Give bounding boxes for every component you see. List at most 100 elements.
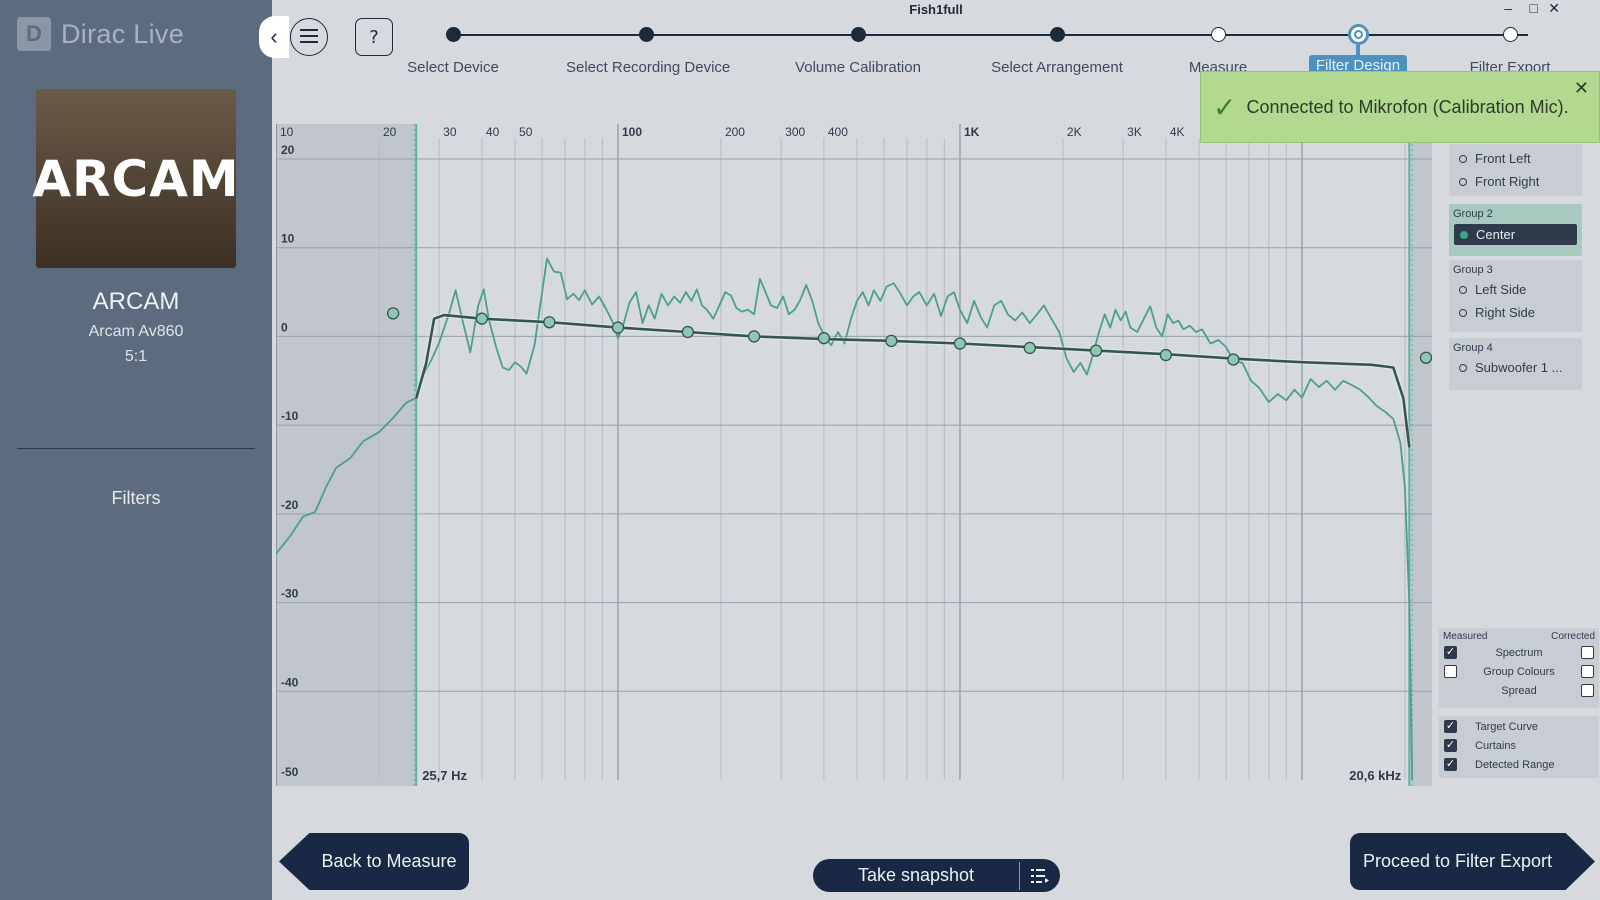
snapshot-list-icon[interactable] xyxy=(1020,868,1060,883)
toast-message: Connected to Mikrofon (Calibration Mic). xyxy=(1246,96,1569,117)
speaker-label: Right Side xyxy=(1475,305,1535,320)
brand-name: Dirac Live xyxy=(61,18,185,49)
speaker-group-2: Group 2 Center xyxy=(1449,204,1582,256)
x-tick-label: 30 xyxy=(443,125,457,139)
x-tick-label: 4K xyxy=(1170,125,1185,139)
product-logo-text: ARCAM xyxy=(32,149,240,208)
menu-button[interactable] xyxy=(290,18,328,56)
group-title: Group 3 xyxy=(1453,264,1493,276)
step-select-recording-device[interactable]: Select Recording Device xyxy=(566,25,731,76)
corrected-header: Corrected xyxy=(1551,631,1595,642)
back-to-measure-button[interactable]: Back to Measure xyxy=(279,833,469,890)
sidebar: D Dirac Live ARCAM ARCAM Arcam Av860 5:1… xyxy=(0,0,272,900)
legend-head: Measured Corrected xyxy=(1439,628,1599,643)
option-label: Detected Range xyxy=(1475,758,1555,771)
chevron-left-icon: ‹ xyxy=(270,24,278,49)
step-filter-export[interactable]: Filter Export xyxy=(1430,25,1590,76)
radio-icon xyxy=(1459,154,1467,163)
proceed-to-filter-export-button[interactable]: Proceed to Filter Export xyxy=(1350,833,1595,890)
legend-label: Spectrum xyxy=(1495,646,1543,659)
speaker-group-1: Front Left Front Right xyxy=(1449,144,1582,196)
speaker-front-right[interactable]: Front Right xyxy=(1449,170,1582,193)
x-tick-label: 50 xyxy=(519,125,533,139)
target-curve-handle[interactable] xyxy=(1089,344,1103,357)
x-tick-label: 40 xyxy=(486,125,500,139)
legend-row-group-colours: Group Colours xyxy=(1439,662,1599,681)
step-active-icon xyxy=(1347,24,1369,45)
y-tick-label: 20 xyxy=(281,143,295,157)
spectrum-measured-checkbox[interactable]: ✓ xyxy=(1444,646,1457,659)
target-curve-handle[interactable] xyxy=(747,330,761,343)
radio-icon xyxy=(1459,285,1467,294)
x-tick-label: 3K xyxy=(1127,125,1142,139)
dirac-logo-icon: D xyxy=(17,17,51,51)
notification-toast: ✓ Connected to Mikrofon (Calibration Mic… xyxy=(1200,71,1600,143)
step-label: Select Recording Device xyxy=(566,59,731,76)
target-curve-handle[interactable] xyxy=(1159,348,1173,362)
spread-corrected-checkbox[interactable] xyxy=(1581,684,1594,697)
step-dot-icon xyxy=(1049,27,1065,42)
product-config: 5:1 xyxy=(124,348,148,365)
speaker-group-3: Group 3 Left Side Right Side xyxy=(1449,260,1582,332)
option-curtains: ✓ Curtains xyxy=(1439,736,1599,755)
target-curve-handle[interactable] xyxy=(1227,353,1240,366)
speaker-right-side[interactable]: Right Side xyxy=(1449,301,1582,324)
option-detected-range: ✓ Detected Range xyxy=(1439,755,1599,774)
detected-range-checkbox[interactable]: ✓ xyxy=(1444,758,1457,771)
measured-header: Measured xyxy=(1443,631,1488,642)
legend-label: Spread xyxy=(1501,684,1537,697)
x-tick-label: 200 xyxy=(725,125,745,139)
target-curve-handle[interactable] xyxy=(1023,341,1036,355)
target-curve-handle[interactable] xyxy=(1419,351,1432,364)
step-measure[interactable]: Measure xyxy=(1138,25,1298,76)
speaker-front-left[interactable]: Front Left xyxy=(1449,147,1582,170)
display-options-measured: Measured Corrected ✓ Spectrum Group Colo… xyxy=(1439,628,1599,708)
step-select-device[interactable]: Select Device xyxy=(373,25,533,76)
window-close-button[interactable]: ✕ xyxy=(1548,0,1560,17)
legend-label: Group Colours xyxy=(1483,665,1555,678)
target-curve-handle[interactable] xyxy=(611,321,625,334)
speaker-group-4: Group 4 Subwoofer 1 ... xyxy=(1449,338,1582,390)
speaker-left-side[interactable]: Left Side xyxy=(1449,278,1582,301)
target-curve-handle[interactable] xyxy=(475,312,489,325)
curtain-low-label: 25,7 Hz xyxy=(422,768,467,783)
target-curve-handle[interactable] xyxy=(681,325,694,339)
speaker-center[interactable]: Center xyxy=(1454,224,1577,245)
target-curve-handle[interactable] xyxy=(817,332,831,345)
option-label: Target Curve xyxy=(1475,720,1538,733)
target-curve-handle[interactable] xyxy=(543,316,556,329)
curtains-checkbox[interactable]: ✓ xyxy=(1444,739,1457,752)
sidebar-item-filters[interactable]: Filters xyxy=(0,488,272,509)
y-tick-label: -20 xyxy=(281,498,299,512)
toast-close-button[interactable]: ✕ xyxy=(1574,78,1589,99)
speaker-label: Center xyxy=(1476,227,1516,242)
step-dot-icon xyxy=(850,27,866,42)
take-snapshot-button[interactable]: Take snapshot xyxy=(813,859,1060,892)
step-dot-icon xyxy=(445,27,461,42)
group-colours-measured-checkbox[interactable] xyxy=(1444,665,1457,678)
group-title: Group 4 xyxy=(1453,342,1493,354)
speaker-label: Left Side xyxy=(1475,282,1527,297)
target-curve-checkbox[interactable]: ✓ xyxy=(1444,720,1457,733)
target-curve-handle[interactable] xyxy=(953,337,967,350)
collapse-sidebar-button[interactable]: ‹ xyxy=(259,16,289,58)
option-target-curve: ✓ Target Curve xyxy=(1439,717,1599,736)
chart-svg[interactable]: 10 20 30 40 50 100 200 300 400 1K 2K 3K 4K20100-10-2… xyxy=(276,124,1432,786)
spectrum-corrected-checkbox[interactable] xyxy=(1581,646,1594,659)
step-filter-design[interactable]: Filter Design xyxy=(1278,24,1438,76)
frequency-response-chart[interactable]: 10 20 30 40 50 100 200 300 400 1K 2K 3K 4K 20 10 0 -10 -2… xyxy=(276,124,1432,786)
maximize-button[interactable]: □ xyxy=(1530,0,1538,16)
step-volume-calibration[interactable]: Volume Calibration xyxy=(778,25,938,76)
step-connector xyxy=(1356,45,1360,55)
step-dot-icon xyxy=(638,27,654,42)
target-curve-handle[interactable] xyxy=(386,307,400,320)
speaker-subwoofer[interactable]: Subwoofer 1 ... xyxy=(1449,356,1582,379)
group-colours-corrected-checkbox[interactable] xyxy=(1581,665,1594,678)
minimize-button[interactable]: – xyxy=(1504,0,1512,16)
radio-selected-icon xyxy=(1460,230,1468,239)
curtain-high-label: 20,6 kHz xyxy=(1349,768,1402,783)
target-curve-handle[interactable] xyxy=(885,334,898,348)
y-tick-label: 0 xyxy=(281,320,288,334)
step-label: Select Arrangement xyxy=(991,59,1123,76)
step-select-arrangement[interactable]: Select Arrangement xyxy=(977,25,1137,76)
